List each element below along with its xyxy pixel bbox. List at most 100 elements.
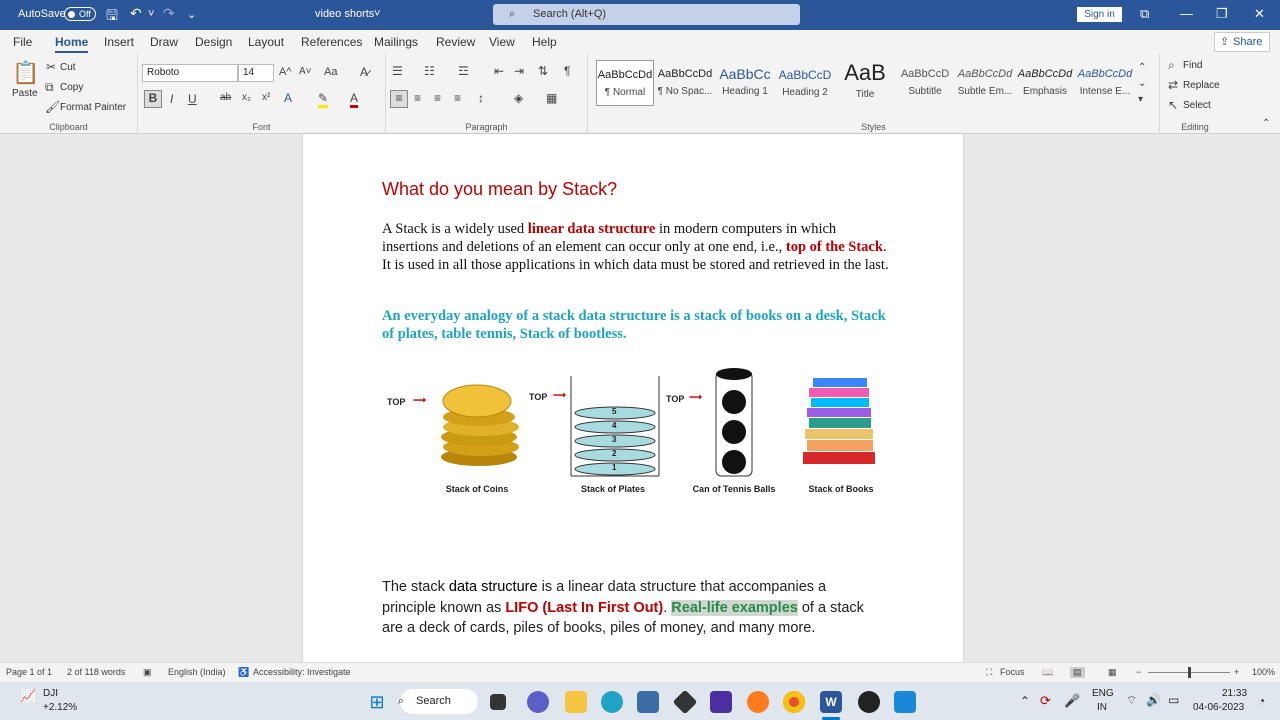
text-effects-icon[interactable]: A xyxy=(284,91,292,105)
numbering-icon[interactable]: ☷ xyxy=(424,64,435,78)
clock-time[interactable]: 21:33 xyxy=(1222,688,1247,699)
find-button[interactable]: Find xyxy=(1183,60,1202,71)
copy-button[interactable]: Copy xyxy=(60,82,83,93)
language-indicator-1[interactable]: ENG xyxy=(1092,688,1114,699)
shrink-font-icon[interactable]: A˅ xyxy=(299,66,312,77)
chrome-icon[interactable] xyxy=(783,691,805,713)
show-formatting-icon[interactable]: ¶ xyxy=(564,64,570,78)
sign-in-button[interactable]: Sign in xyxy=(1077,7,1122,22)
accessibility-status[interactable]: Accessibility: Investigate xyxy=(253,667,351,677)
italic-icon[interactable]: I xyxy=(170,92,173,106)
language-indicator-2[interactable]: IN xyxy=(1097,702,1107,713)
paste-icon[interactable]: 📋 xyxy=(12,60,39,86)
app-icon[interactable] xyxy=(672,689,698,715)
tab-file[interactable]: File xyxy=(13,35,32,49)
highlight-icon[interactable]: ✎ xyxy=(318,91,329,108)
line-spacing-icon[interactable]: ↕ xyxy=(478,91,484,105)
replace-button[interactable]: Replace xyxy=(1183,80,1220,91)
format-painter-button[interactable]: Format Painter xyxy=(60,102,126,113)
style-heading-2[interactable]: AaBbCcD Heading 2 xyxy=(776,60,834,106)
collapse-ribbon-icon[interactable]: ⌃ xyxy=(1262,118,1270,129)
tray-overflow-icon[interactable]: ⌃ xyxy=(1020,694,1030,708)
style-subtitle[interactable]: AaBbCcD Subtitle xyxy=(896,60,954,106)
security-icon[interactable]: ⟳ xyxy=(1040,693,1051,709)
bold-icon[interactable]: B xyxy=(144,90,162,108)
paste-button[interactable]: Paste xyxy=(12,88,38,99)
align-center-icon[interactable]: ≡ xyxy=(414,91,421,105)
tab-home[interactable]: Home xyxy=(55,35,89,53)
zoom-in-icon[interactable]: + xyxy=(1234,667,1239,677)
superscript-icon[interactable]: x² xyxy=(262,92,270,103)
microphone-icon[interactable]: 🎤 xyxy=(1064,693,1080,709)
style-heading-1[interactable]: AaBbCc Heading 1 xyxy=(716,60,774,106)
task-view-icon[interactable] xyxy=(490,694,506,710)
autosave-toggle[interactable]: Off xyxy=(64,7,96,21)
volume-icon[interactable]: 🔊 xyxy=(1146,693,1161,707)
cut-button[interactable]: Cut xyxy=(60,62,76,73)
battery-icon[interactable]: ▭ xyxy=(1168,693,1179,707)
share-button[interactable]: ⇪ Share xyxy=(1214,32,1270,52)
tab-mailings[interactable]: Mailings xyxy=(374,35,418,49)
customize-qat-icon[interactable]: ⌄ xyxy=(187,8,196,21)
clock-date[interactable]: 04-06-2023 xyxy=(1193,702,1244,713)
style-title[interactable]: AaB Title xyxy=(836,60,894,106)
file-explorer-icon[interactable] xyxy=(565,691,587,713)
widget-change[interactable]: +2.12% xyxy=(43,702,77,713)
tab-draw[interactable]: Draw xyxy=(150,35,178,49)
select-button[interactable]: Select xyxy=(1183,100,1211,111)
tab-view[interactable]: View xyxy=(489,35,515,49)
store-icon[interactable] xyxy=(637,691,659,713)
strikethrough-icon[interactable]: ab xyxy=(220,92,231,103)
search-box[interactable]: ⌕ Search (Alt+Q) xyxy=(493,4,800,25)
chat-icon[interactable] xyxy=(527,691,549,713)
style-emphasis[interactable]: AaBbCcDd Emphasis xyxy=(1016,60,1074,106)
word-count[interactable]: 2 of 118 words xyxy=(67,667,125,677)
align-right-icon[interactable]: ≡ xyxy=(434,91,441,105)
align-left-icon[interactable]: ≡ xyxy=(390,90,408,108)
word-icon[interactable]: W xyxy=(820,691,842,713)
page-count[interactable]: Page 1 of 1 xyxy=(6,667,52,677)
tab-design[interactable]: Design xyxy=(195,35,232,49)
styles-scroll-up-icon[interactable]: ⌃ xyxy=(1138,62,1146,73)
save-icon[interactable]: 🖫 xyxy=(106,5,118,29)
sort-icon[interactable]: ⇅ xyxy=(538,64,548,78)
underline-icon[interactable]: U xyxy=(188,92,197,106)
focus-button[interactable]: Focus xyxy=(1000,667,1025,677)
minimize-button[interactable]: — xyxy=(1180,6,1193,21)
subscript-icon[interactable]: x₂ xyxy=(242,92,251,103)
font-size-box[interactable]: 14 xyxy=(238,64,274,82)
recorder-icon[interactable] xyxy=(894,691,916,713)
zoom-level[interactable]: 100% xyxy=(1252,667,1275,677)
bullets-icon[interactable]: ☰ xyxy=(392,64,403,78)
decrease-indent-icon[interactable]: ⇤ xyxy=(494,64,504,78)
document-page[interactable]: What do you mean by Stack? A Stack is a … xyxy=(303,134,963,662)
shading-icon[interactable]: ◈ xyxy=(514,91,523,105)
proofing-icon[interactable]: ▣ xyxy=(143,667,152,678)
styles-scroll-down-icon[interactable]: ⌄ xyxy=(1138,78,1146,89)
language[interactable]: English (India) xyxy=(168,667,226,677)
tab-insert[interactable]: Insert xyxy=(104,35,134,49)
multilevel-list-icon[interactable]: ☲ xyxy=(458,64,469,78)
style-normal[interactable]: AaBbCcDd ¶ Normal xyxy=(596,60,654,106)
ribbon-display-icon[interactable]: ⧉ xyxy=(1140,6,1149,22)
zoom-out-icon[interactable]: − xyxy=(1136,667,1141,677)
style-no-spacing[interactable]: AaBbCcDd ¶ No Spac... xyxy=(656,60,714,106)
widget-name[interactable]: DJI xyxy=(43,688,58,699)
borders-icon[interactable]: ▦ xyxy=(546,91,557,105)
obs-icon[interactable] xyxy=(858,691,880,713)
undo-icon[interactable]: ↶ xyxy=(130,5,142,22)
zoom-slider[interactable] xyxy=(1148,667,1230,678)
print-layout-icon[interactable]: ▤ xyxy=(1070,667,1085,678)
document-name[interactable]: video shorts xyxy=(315,8,374,20)
change-case-icon[interactable]: Aa xyxy=(324,66,337,78)
tab-review[interactable]: Review xyxy=(436,35,475,49)
web-layout-icon[interactable]: ▦ xyxy=(1108,667,1117,678)
styles-more-icon[interactable]: ▾ xyxy=(1138,94,1143,105)
wifi-icon[interactable]: ⌔ xyxy=(1126,693,1137,708)
start-icon[interactable]: ⊞ xyxy=(366,691,388,713)
style-subtle-emphasis[interactable]: AaBbCcDd Subtle Em... xyxy=(956,60,1014,106)
tab-layout[interactable]: Layout xyxy=(248,35,284,49)
justify-icon[interactable]: ≡ xyxy=(454,91,461,105)
tab-references[interactable]: References xyxy=(301,35,362,49)
close-button[interactable]: ✕ xyxy=(1254,6,1265,22)
